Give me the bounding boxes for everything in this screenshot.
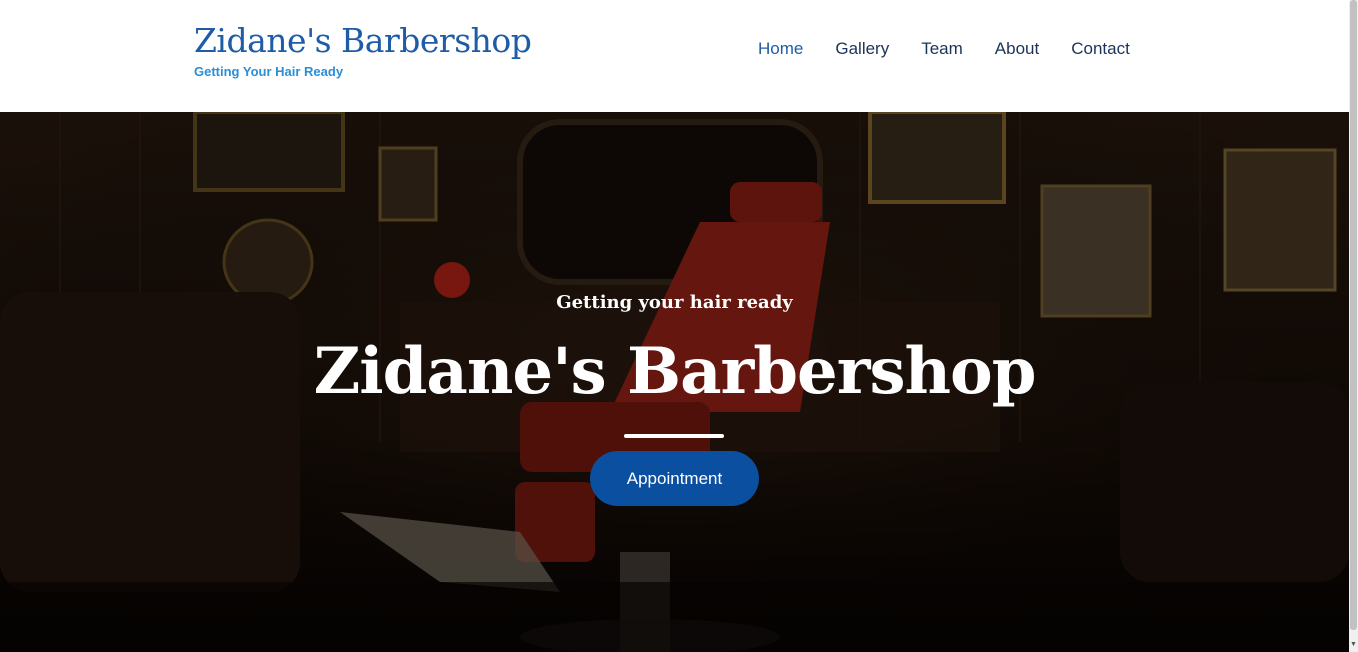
scroll-down-arrow-icon[interactable]: ▼	[1349, 640, 1358, 650]
nav-home-link[interactable]: Home	[758, 38, 803, 60]
hero-title: Zidane's Barbershop	[313, 334, 1037, 409]
hero-section: Getting your hair ready Zidane's Barbers…	[0, 112, 1349, 652]
appointment-button[interactable]: Appointment	[590, 451, 759, 506]
nav-contact-link[interactable]: Contact	[1071, 38, 1130, 60]
main-nav: Home Gallery Team About Contact	[758, 38, 1162, 60]
brand-tagline: Getting Your Hair Ready	[194, 64, 344, 79]
hero-subtitle: Getting your hair ready	[556, 292, 793, 313]
nav-about-link[interactable]: About	[995, 38, 1039, 60]
page-scrollbar[interactable]: ▼	[1349, 0, 1358, 652]
scrollbar-thumb[interactable]	[1350, 0, 1357, 630]
brand[interactable]: Zidane's Barbershop Getting Your Hair Re…	[194, 20, 532, 79]
brand-title[interactable]: Zidane's Barbershop	[194, 20, 532, 62]
nav-team-link[interactable]: Team	[921, 38, 963, 60]
site-header: Zidane's Barbershop Getting Your Hair Re…	[0, 0, 1349, 112]
nav-gallery-link[interactable]: Gallery	[835, 38, 889, 60]
hero-divider	[624, 434, 724, 438]
